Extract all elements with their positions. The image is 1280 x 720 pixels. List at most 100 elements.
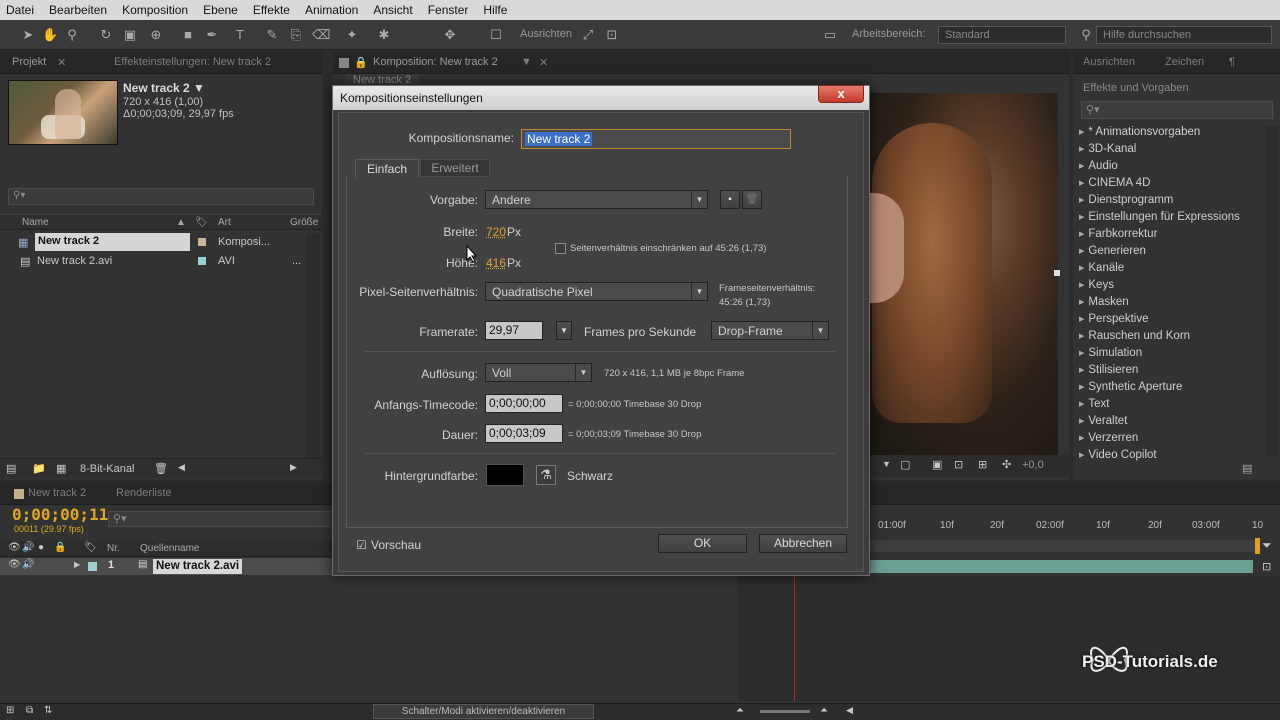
lock-aspect-checkbox[interactable] bbox=[555, 243, 566, 254]
menu-komposition[interactable]: Komposition bbox=[122, 3, 188, 17]
interpret-footage-icon[interactable]: ▤ bbox=[6, 462, 16, 475]
effect-category[interactable]: Video Copilot bbox=[1079, 449, 1156, 461]
clone-tool-icon[interactable]: ⎘ bbox=[288, 27, 304, 43]
project-row[interactable]: ▦ New track 2 Komposi... ⊞ bbox=[0, 233, 315, 251]
project-scrollbar[interactable] bbox=[306, 233, 320, 458]
effect-category[interactable]: CINEMA 4D bbox=[1079, 177, 1150, 189]
chevron-down-icon[interactable]: ▼ bbox=[521, 56, 532, 68]
start-timecode-input[interactable]: 0;00;00;00 bbox=[485, 394, 563, 413]
eyedropper-icon[interactable]: ⚗ bbox=[536, 465, 556, 485]
duration-input[interactable]: 0;00;03;09 bbox=[485, 424, 563, 443]
label-swatch[interactable] bbox=[198, 238, 206, 246]
effect-category[interactable]: Masken bbox=[1079, 296, 1128, 308]
effect-category[interactable]: Synthetic Aperture bbox=[1079, 381, 1182, 393]
resolution-select[interactable]: Voll ▼ bbox=[485, 363, 592, 382]
roto-brush-tool-icon[interactable]: ✦ bbox=[344, 27, 360, 43]
menu-fenster[interactable]: Fenster bbox=[428, 3, 469, 17]
new-composition-icon[interactable]: ▦ bbox=[56, 462, 66, 475]
menu-effekte[interactable]: Effekte bbox=[253, 3, 290, 17]
selection-tool-icon[interactable]: ➤ bbox=[20, 27, 36, 43]
grid-icon[interactable]: ⊡ bbox=[604, 27, 620, 43]
tab-advanced[interactable]: Erweitert bbox=[420, 159, 490, 177]
transfer-controls-icon[interactable]: ⇅ bbox=[44, 705, 52, 716]
layer-name[interactable]: New track 2.avi bbox=[153, 559, 243, 574]
menu-hilfe[interactable]: Hilfe bbox=[483, 3, 507, 17]
tab-align[interactable]: Ausrichten bbox=[1083, 56, 1135, 68]
effect-category[interactable]: * Animationsvorgaben bbox=[1079, 126, 1200, 138]
workspace-select[interactable]: Standard bbox=[938, 26, 1066, 44]
rotate-tool-icon[interactable]: ↻ bbox=[98, 27, 114, 43]
menu-datei[interactable]: Datei bbox=[6, 3, 34, 17]
work-area-end-handle[interactable] bbox=[1255, 538, 1260, 554]
menu-ansicht[interactable]: Ansicht bbox=[373, 3, 412, 17]
width-value[interactable]: 720 bbox=[486, 225, 506, 239]
switches-pane-icon[interactable]: ⧉ bbox=[26, 705, 33, 716]
effect-category[interactable]: Audio bbox=[1079, 160, 1117, 172]
bg-color-swatch[interactable] bbox=[486, 464, 524, 486]
effect-category[interactable]: Generieren bbox=[1079, 245, 1146, 257]
align-checkbox[interactable]: ☐ bbox=[488, 27, 504, 43]
audio-icon[interactable]: 🔊 bbox=[22, 542, 34, 553]
resolution-arrow-icon[interactable]: ▼ bbox=[882, 459, 891, 469]
height-value[interactable]: 416 bbox=[486, 256, 506, 270]
effect-category[interactable]: Text bbox=[1079, 398, 1109, 410]
effect-category[interactable]: Verzerren bbox=[1079, 432, 1138, 444]
tab-character[interactable]: Zeichen bbox=[1165, 56, 1204, 68]
puppet-tool-icon[interactable]: ✱ bbox=[376, 27, 392, 43]
close-icon[interactable]: ✕ bbox=[539, 56, 548, 69]
tab-effect-controls[interactable]: Effekteinstellungen: New track 2 bbox=[114, 56, 271, 68]
framerate-input[interactable]: 29,97 bbox=[485, 321, 543, 340]
effect-category[interactable]: Stilisieren bbox=[1079, 364, 1138, 376]
expand-arrow-icon[interactable]: ▶ bbox=[74, 560, 80, 569]
graph-editor-icon[interactable]: ⊡ bbox=[1262, 560, 1271, 573]
project-row-name[interactable]: New track 2 bbox=[35, 233, 190, 251]
timeline-search-input[interactable]: ⚲▾ bbox=[108, 511, 333, 527]
tab-basic[interactable]: Einfach bbox=[355, 159, 419, 178]
project-search-input[interactable]: ⚲▾ bbox=[8, 188, 314, 205]
col-size[interactable]: Größe bbox=[290, 217, 318, 228]
par-select[interactable]: Quadratische Pixel ▼ bbox=[485, 282, 708, 301]
effects-scrollbar[interactable] bbox=[1266, 126, 1278, 456]
effect-category[interactable]: Veraltet bbox=[1079, 415, 1127, 427]
project-item-title[interactable]: New track 2 ▼ bbox=[123, 81, 205, 95]
zoom-in-icon[interactable]: ⏶ bbox=[820, 705, 828, 716]
dialog-close-button[interactable]: x bbox=[818, 85, 864, 103]
timeline-graph-area[interactable] bbox=[738, 576, 1280, 701]
label-tag-icon[interactable]: 🏷 bbox=[195, 217, 208, 228]
col-type[interactable]: Art bbox=[218, 217, 231, 228]
brush-tool-icon[interactable]: ✎ bbox=[264, 27, 280, 43]
menu-ebene[interactable]: Ebene bbox=[203, 3, 238, 17]
eye-icon[interactable]: 👁 bbox=[8, 542, 21, 553]
col-source-name[interactable]: Quellenname bbox=[140, 543, 199, 554]
audio-icon[interactable]: 🔊 bbox=[22, 559, 34, 570]
work-area-bar[interactable] bbox=[868, 540, 1258, 552]
tab-render-queue[interactable]: Renderliste bbox=[116, 487, 172, 499]
preview-checkbox[interactable]: ☑ bbox=[356, 538, 367, 552]
close-icon[interactable]: ✕ bbox=[57, 56, 66, 69]
text-tool-icon[interactable]: T bbox=[232, 27, 248, 43]
pan-behind-tool-icon[interactable]: ⊕ bbox=[148, 27, 164, 43]
menu-bearbeiten[interactable]: Bearbeiten bbox=[49, 3, 107, 17]
roi-icon[interactable]: ▢ bbox=[900, 458, 910, 471]
effect-category[interactable]: Farbkorrektur bbox=[1079, 228, 1157, 240]
tab-composition[interactable]: Komposition: New track 2 bbox=[373, 56, 498, 68]
camera-tool-icon[interactable]: ▣ bbox=[122, 27, 138, 43]
tab-project[interactable]: Projekt bbox=[12, 56, 46, 68]
solo-icon[interactable]: ● bbox=[38, 542, 44, 553]
save-preset-icon[interactable]: ▪ bbox=[720, 190, 740, 209]
new-preset-icon[interactable]: ▤ bbox=[1242, 462, 1252, 475]
trash-icon[interactable]: 🗑 bbox=[154, 462, 168, 475]
effect-category[interactable]: Dienstprogramm bbox=[1079, 194, 1173, 206]
effect-category[interactable]: Keys bbox=[1079, 279, 1114, 291]
flowchart-icon[interactable]: ⊞ bbox=[978, 458, 987, 471]
effect-category[interactable]: Simulation bbox=[1079, 347, 1142, 359]
effect-category[interactable]: Rauschen und Korn bbox=[1079, 330, 1190, 342]
help-search-input[interactable]: Hilfe durchsuchen bbox=[1096, 26, 1272, 44]
toggle-switches-modes-button[interactable]: Schalter/Modi aktivieren/deaktivieren bbox=[373, 704, 594, 719]
zoom-tool-icon[interactable]: ⚲ bbox=[64, 27, 80, 43]
new-folder-icon[interactable]: 📁 bbox=[32, 462, 46, 475]
dropframe-select[interactable]: Drop-Frame ▼ bbox=[711, 321, 829, 340]
mask-path-icon[interactable]: ⊡ bbox=[954, 458, 963, 471]
time-ruler[interactable]: 01:00f 10f 20f 02:00f 10f 20f 03:00f 10 bbox=[868, 518, 1278, 536]
comp-marker-icon[interactable]: ⏷ bbox=[1262, 538, 1272, 553]
